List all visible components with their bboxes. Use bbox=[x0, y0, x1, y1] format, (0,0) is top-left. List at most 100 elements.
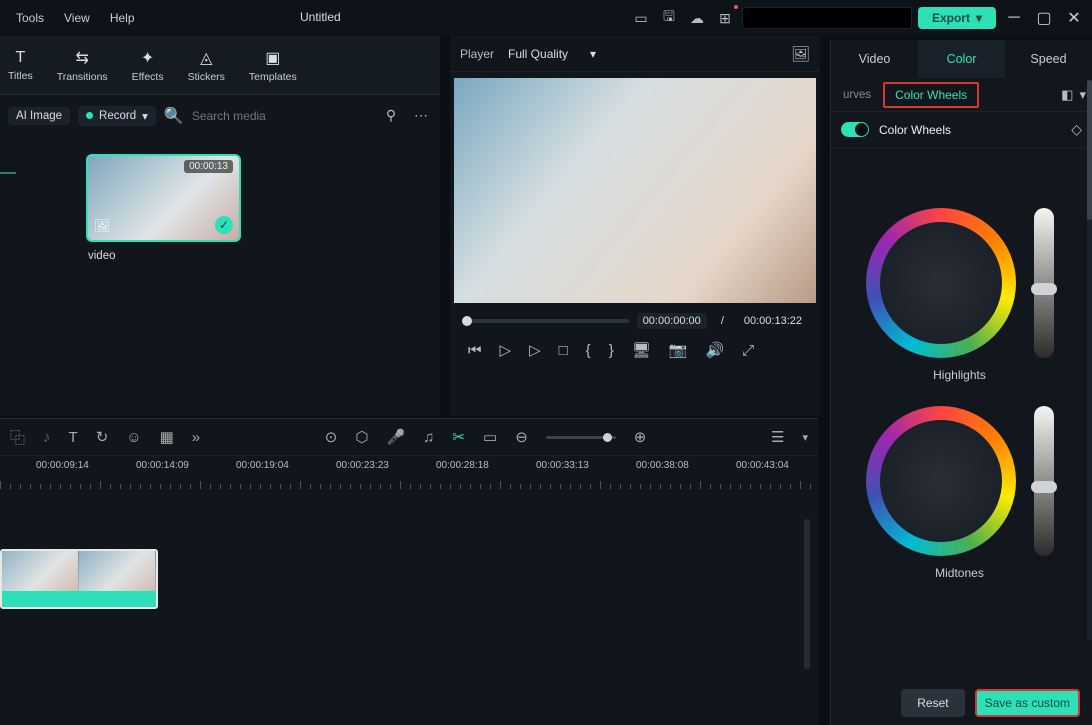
timeline-clip[interactable] bbox=[0, 549, 158, 609]
import-marker: — bbox=[0, 164, 16, 182]
snapshot-icon[interactable]: 🖼 bbox=[791, 45, 810, 63]
stop-button[interactable]: □ bbox=[559, 342, 568, 359]
tab-templates[interactable]: ▣Templates bbox=[249, 48, 297, 83]
maximize-button[interactable]: ▢ bbox=[1032, 8, 1056, 28]
device-icon[interactable]: ▭ bbox=[630, 7, 652, 29]
save-as-custom-button[interactable]: Save as custom bbox=[975, 689, 1080, 717]
player-label: Player bbox=[460, 47, 494, 61]
timeline-ruler[interactable]: 00:00:09:1400:00:14:0900:00:19:0400:00:2… bbox=[0, 455, 818, 489]
track-settings-chevron-icon[interactable]: ▾ bbox=[802, 431, 808, 444]
mark-out-button[interactable]: } bbox=[609, 342, 614, 359]
search-icon[interactable]: 🔍 bbox=[164, 106, 184, 126]
music-icon[interactable]: ♫ bbox=[423, 429, 434, 446]
expand-tools-icon[interactable]: » bbox=[192, 429, 200, 446]
display-settings-icon[interactable]: 🖥 bbox=[632, 341, 651, 359]
subtab-curves[interactable]: urves bbox=[837, 85, 877, 105]
reset-button[interactable]: Reset bbox=[901, 689, 964, 717]
play-button[interactable]: ▷ bbox=[500, 341, 512, 359]
cut-icon[interactable]: ✂ bbox=[452, 428, 465, 446]
timeline-scrollbar[interactable] bbox=[804, 519, 810, 669]
menu-help[interactable]: Help bbox=[100, 11, 145, 25]
clip-audio-waveform bbox=[2, 591, 156, 607]
current-time[interactable]: 00:00:00:00 bbox=[637, 313, 707, 329]
fullscreen-icon[interactable]: ⤢ bbox=[742, 342, 754, 359]
scrub-bar[interactable] bbox=[462, 319, 629, 323]
highlights-luma-slider[interactable] bbox=[1034, 208, 1054, 358]
tab-video[interactable]: Video bbox=[831, 40, 918, 78]
transitions-icon: ⇆ bbox=[75, 48, 88, 68]
camera-icon[interactable]: 📷 bbox=[669, 341, 688, 359]
reset-section-icon[interactable]: ◇ bbox=[1071, 121, 1082, 138]
stickers-icon: ◬ bbox=[200, 48, 212, 68]
slider-knob[interactable] bbox=[1031, 283, 1057, 295]
account-area[interactable] bbox=[742, 7, 912, 29]
export-button[interactable]: Export▾ bbox=[918, 7, 996, 29]
ruler-mark: 00:00:23:23 bbox=[336, 460, 389, 471]
compare-icon[interactable]: ◧ bbox=[1061, 87, 1073, 103]
timeline-track[interactable] bbox=[0, 549, 818, 609]
face-icon[interactable]: ☺ bbox=[126, 429, 141, 446]
record-dot-icon bbox=[86, 112, 93, 119]
slider-knob[interactable] bbox=[1031, 481, 1057, 493]
mark-in-button[interactable]: { bbox=[586, 342, 591, 359]
clip-options-icon[interactable]: ⊙ bbox=[325, 428, 338, 446]
tab-speed[interactable]: Speed bbox=[1005, 40, 1092, 78]
scrub-knob[interactable] bbox=[462, 316, 472, 326]
track-display-icon[interactable]: ☰ bbox=[771, 428, 784, 446]
crop-icon[interactable]: ⿻ bbox=[10, 427, 25, 448]
chevron-down-icon: ▾ bbox=[590, 47, 596, 61]
chevron-down-icon[interactable]: ▾ bbox=[1079, 87, 1086, 103]
ai-image-button[interactable]: AI Image bbox=[8, 107, 70, 125]
record-button[interactable]: Record▾ bbox=[78, 106, 156, 126]
prev-frame-button[interactable]: ⏮ bbox=[468, 342, 482, 359]
quality-select[interactable]: Full Quality▾ bbox=[508, 47, 596, 61]
apps-icon[interactable]: ⊞ bbox=[714, 7, 736, 29]
audio-icon[interactable]: ♪ bbox=[43, 429, 51, 446]
marker-icon[interactable]: ⬡ bbox=[355, 428, 368, 446]
close-button[interactable]: ✕ bbox=[1062, 8, 1086, 28]
total-time: 00:00:13:22 bbox=[738, 313, 808, 329]
cloud-icon[interactable]: ☁ bbox=[686, 7, 708, 29]
more-icon[interactable]: ⋯ bbox=[410, 105, 432, 127]
ruler-mark: 00:00:19:04 bbox=[236, 460, 289, 471]
tab-stickers[interactable]: ◬Stickers bbox=[188, 48, 225, 83]
play-forward-button[interactable]: ▷ bbox=[529, 341, 541, 359]
volume-icon[interactable]: 🔊 bbox=[705, 341, 724, 359]
transform-icon[interactable]: ▦ bbox=[160, 428, 174, 446]
zoom-slider[interactable] bbox=[546, 436, 616, 439]
text-icon[interactable]: T bbox=[69, 429, 78, 446]
mic-icon[interactable]: 🎤 bbox=[386, 428, 405, 446]
zoom-knob[interactable] bbox=[603, 433, 612, 442]
templates-icon: ▣ bbox=[265, 48, 280, 68]
zoom-out-icon[interactable]: ⊖ bbox=[515, 428, 528, 446]
ruler-mark: 00:00:38:08 bbox=[636, 460, 689, 471]
menu-view[interactable]: View bbox=[54, 11, 100, 25]
tab-titles[interactable]: TTitles bbox=[8, 49, 33, 82]
player-canvas[interactable] bbox=[454, 78, 816, 303]
color-wheels-toggle[interactable] bbox=[841, 122, 869, 137]
time-separator: / bbox=[715, 313, 730, 329]
media-clip-thumbnail[interactable]: 00:00:13 🖼 ✓ bbox=[86, 154, 241, 242]
document-title: Untitled bbox=[300, 10, 341, 24]
chevron-down-icon: ▾ bbox=[976, 11, 982, 25]
aspect-icon[interactable]: ▭ bbox=[483, 428, 497, 446]
inspector-scrollbar[interactable] bbox=[1087, 80, 1092, 220]
highlights-wheel[interactable] bbox=[866, 208, 1016, 358]
rotate-icon[interactable]: ↻ bbox=[96, 428, 109, 446]
clip-name: video bbox=[88, 250, 430, 262]
minimize-button[interactable]: ─ bbox=[1002, 9, 1026, 27]
ruler-mark: 00:00:43:04 bbox=[736, 460, 789, 471]
tab-color[interactable]: Color bbox=[918, 40, 1005, 78]
menu-tools[interactable]: Tools bbox=[6, 11, 54, 25]
search-media-input[interactable] bbox=[192, 109, 372, 123]
zoom-in-icon[interactable]: ⊕ bbox=[634, 428, 647, 446]
midtones-luma-slider[interactable] bbox=[1034, 406, 1054, 556]
inspector-panel: Video Color Speed urves Color Wheels ◧▾ … bbox=[830, 40, 1092, 725]
filter-icon[interactable]: ⚲ bbox=[380, 105, 402, 127]
subtab-color-wheels[interactable]: Color Wheels bbox=[883, 82, 979, 108]
midtones-wheel[interactable] bbox=[866, 406, 1016, 556]
player-controls: ⏮ ▷ ▷ □ { } 🖥 📷 🔊 ⤢ bbox=[450, 335, 820, 371]
tab-effects[interactable]: ✦Effects bbox=[132, 48, 164, 83]
save-icon[interactable]: 🖫 bbox=[658, 7, 680, 29]
tab-transitions[interactable]: ⇆Transitions bbox=[57, 48, 108, 83]
